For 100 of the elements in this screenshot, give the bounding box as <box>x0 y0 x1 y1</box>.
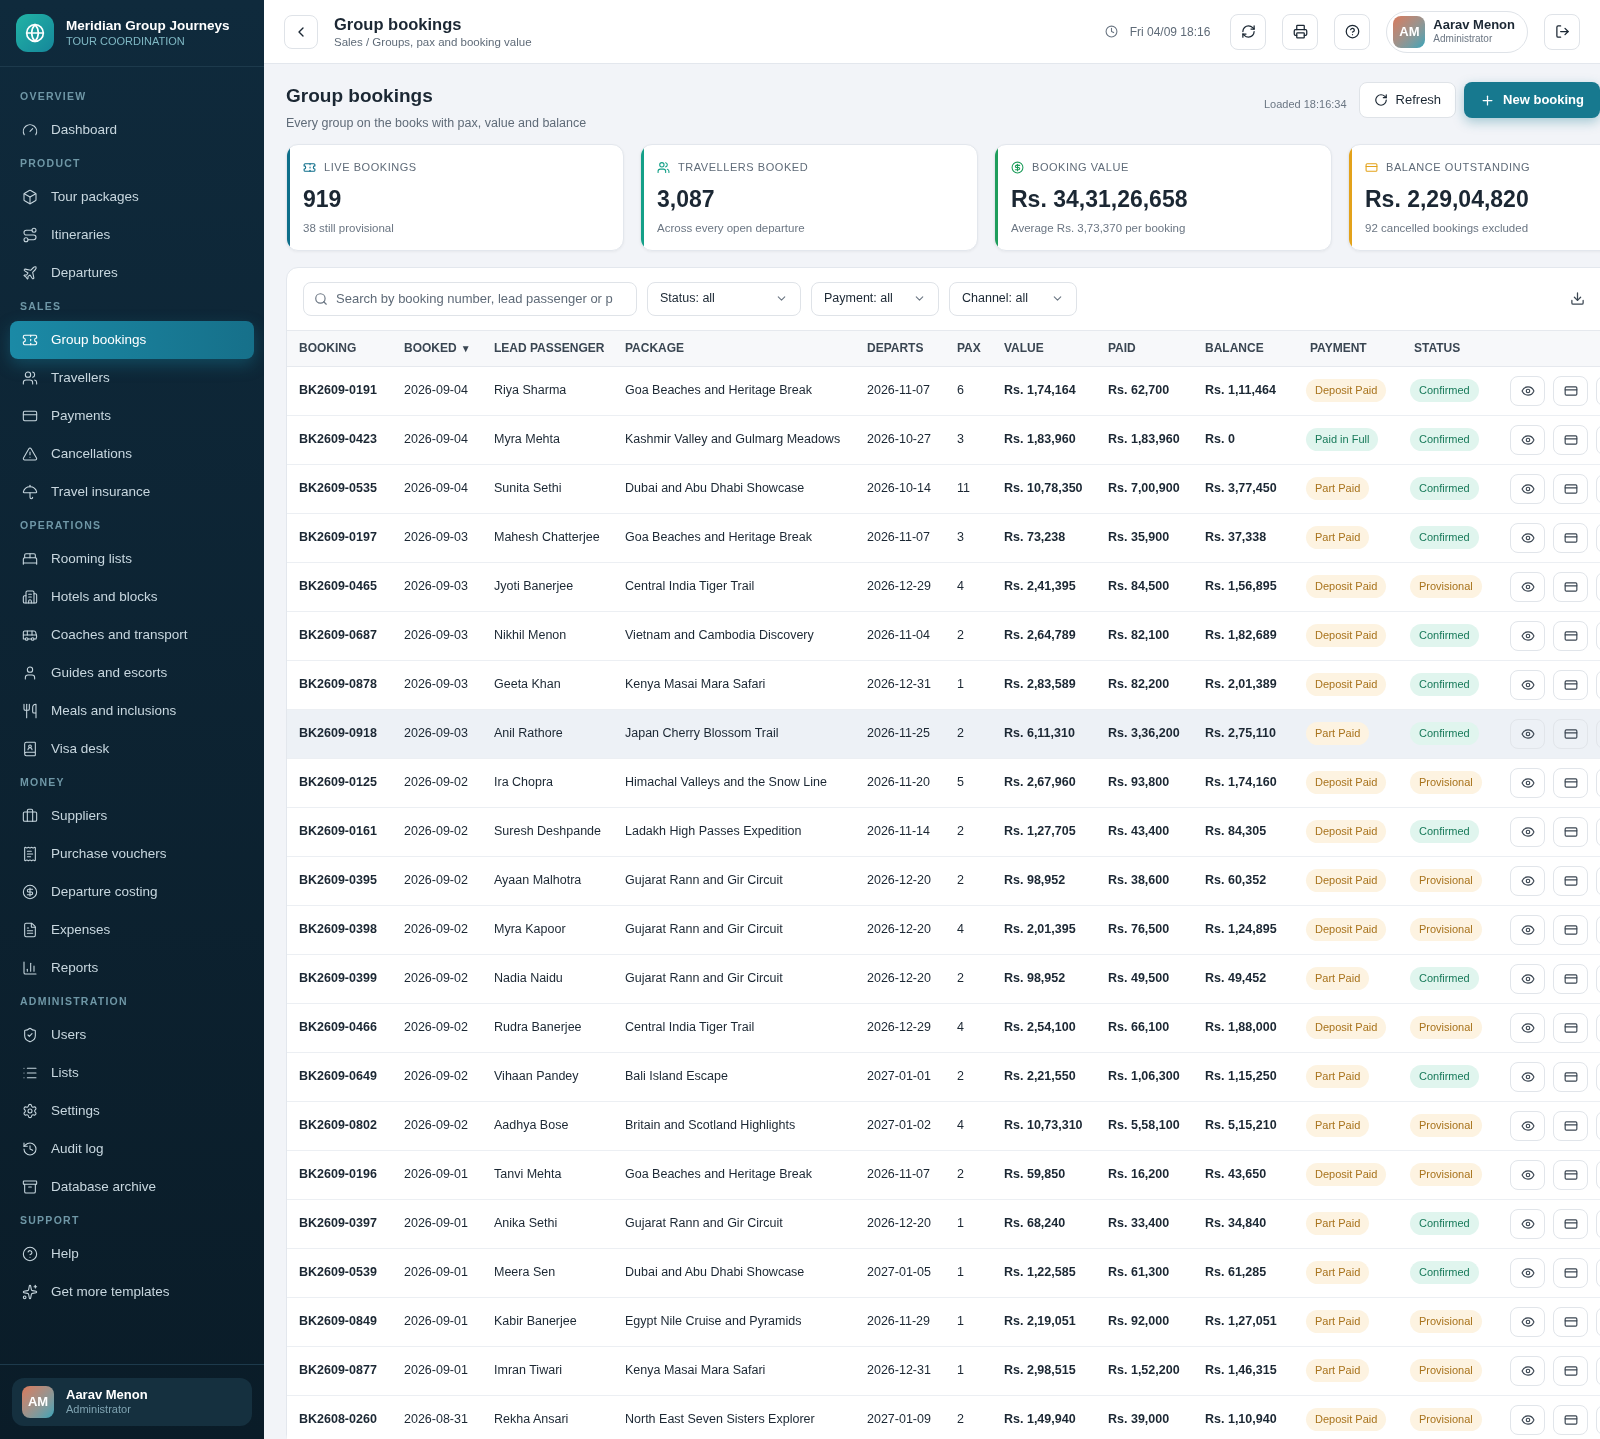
column-header[interactable]: PAX <box>957 339 981 357</box>
sidebar-item[interactable]: Meals and inclusions <box>10 692 254 730</box>
table-row[interactable]: BK2609-0918 2026-09-03 Anil Rathore Japan Cherry Blossom Trail 2026-11-25 2 Rs. 6,11,310 Rs. 3,36,200 Rs. 2,75,110 Part Paid Confirmed <box>287 709 1600 759</box>
sidebar-item[interactable]: Reports <box>10 949 254 987</box>
payment-button[interactable] <box>1553 375 1588 406</box>
payment-button[interactable] <box>1553 767 1588 798</box>
refresh-button[interactable]: Refresh <box>1358 82 1457 118</box>
sidebar-item[interactable]: Hotels and blocks <box>10 578 254 616</box>
payment-button[interactable] <box>1553 1159 1588 1190</box>
view-button[interactable] <box>1510 1061 1545 1092</box>
payment-button[interactable] <box>1553 620 1588 651</box>
sidebar-item[interactable]: Lists <box>10 1054 254 1092</box>
payment-button[interactable] <box>1553 914 1588 945</box>
filter-dropdown[interactable]: Status: all <box>647 281 801 316</box>
view-button[interactable] <box>1510 1012 1545 1043</box>
payment-button[interactable] <box>1553 571 1588 602</box>
sidebar-item[interactable]: Dashboard <box>10 111 254 149</box>
payment-button[interactable] <box>1553 718 1588 749</box>
column-header[interactable]: BOOKED <box>404 339 457 357</box>
view-button[interactable] <box>1510 669 1545 700</box>
payment-button[interactable] <box>1553 816 1588 847</box>
sidebar-item[interactable]: Settings <box>10 1092 254 1130</box>
view-button[interactable] <box>1510 522 1545 553</box>
column-header[interactable]: PAYMENT <box>1310 339 1367 357</box>
payment-button[interactable] <box>1553 473 1588 504</box>
sidebar-item[interactable]: Guides and escorts <box>10 654 254 692</box>
table-cell-text: Rs. 84,305 <box>1205 823 1268 841</box>
payment-button[interactable] <box>1553 1208 1588 1239</box>
sidebar-item[interactable]: Departures <box>10 254 254 292</box>
sidebar-item[interactable]: Departure costing <box>10 873 254 911</box>
sidebar-item[interactable]: Users <box>10 1016 254 1054</box>
sidebar-item[interactable]: Coaches and transport <box>10 616 254 654</box>
view-button[interactable] <box>1510 1404 1545 1435</box>
payment-button[interactable] <box>1553 522 1588 553</box>
payment-button[interactable] <box>1553 865 1588 896</box>
sidebar-item[interactable]: Cancellations <box>10 435 254 473</box>
view-button[interactable] <box>1510 1208 1545 1239</box>
sidebar-item[interactable]: Purchase vouchers <box>10 835 254 873</box>
column-header[interactable]: DEPARTS <box>867 339 924 357</box>
column-header[interactable]: PACKAGE <box>625 339 685 357</box>
sidebar-item[interactable]: Rooming lists <box>10 540 254 578</box>
sidebar-item[interactable]: Database archive <box>10 1168 254 1206</box>
sidebar-item[interactable]: Tour packages <box>10 178 254 216</box>
payment-button[interactable] <box>1553 1061 1588 1092</box>
payment-button[interactable] <box>1553 1404 1588 1435</box>
search-field[interactable]: Search by booking number, lead passenger or p <box>303 281 637 316</box>
view-button[interactable] <box>1510 473 1545 504</box>
payment-button[interactable] <box>1553 1012 1588 1043</box>
payment-button[interactable] <box>1553 1257 1588 1288</box>
view-button[interactable] <box>1510 1110 1545 1141</box>
sidebar-item[interactable]: Visa desk <box>10 730 254 768</box>
view-button[interactable] <box>1510 1159 1545 1190</box>
help-button[interactable] <box>1334 13 1371 50</box>
payment-button[interactable] <box>1553 1355 1588 1386</box>
payment-button[interactable] <box>1553 1110 1588 1141</box>
download-icon[interactable] <box>1570 291 1585 306</box>
sidebar-item[interactable]: Suppliers <box>10 797 254 835</box>
view-button[interactable] <box>1510 1355 1545 1386</box>
payment-button[interactable] <box>1553 963 1588 994</box>
sidebar-item[interactable]: Payments <box>10 397 254 435</box>
sync-button[interactable] <box>1230 13 1267 50</box>
view-button[interactable] <box>1510 816 1545 847</box>
filter-dropdown[interactable]: Payment: all <box>811 281 939 316</box>
view-button[interactable] <box>1510 375 1545 406</box>
column-header[interactable]: BOOKING <box>299 339 357 357</box>
payment-button[interactable] <box>1553 424 1588 455</box>
view-button[interactable] <box>1510 767 1545 798</box>
view-button[interactable] <box>1510 1257 1545 1288</box>
user-card[interactable]: AM Aarav Menon Administrator <box>12 1378 252 1426</box>
view-button[interactable] <box>1510 424 1545 455</box>
column-header[interactable]: STATUS <box>1414 339 1461 357</box>
payment-button[interactable] <box>1553 669 1588 700</box>
sidebar-item[interactable]: Itineraries <box>10 216 254 254</box>
new-booking-button[interactable]: New booking <box>1464 82 1600 118</box>
view-button[interactable] <box>1510 865 1545 896</box>
sidebar-item[interactable]: Audit log <box>10 1130 254 1168</box>
sidebar-item[interactable]: Expenses <box>10 911 254 949</box>
sidebar-item[interactable]: Help <box>10 1235 254 1273</box>
column-header[interactable]: VALUE <box>1004 339 1044 357</box>
column-header[interactable]: LEAD PASSENGER <box>494 339 605 357</box>
logout-button[interactable] <box>1544 13 1580 50</box>
view-button[interactable] <box>1510 571 1545 602</box>
user-role: Administrator <box>66 1403 132 1417</box>
print-button[interactable] <box>1282 13 1319 50</box>
view-button[interactable] <box>1510 914 1545 945</box>
column-header[interactable]: BALANCE <box>1205 339 1264 357</box>
view-button[interactable] <box>1510 963 1545 994</box>
sidebar-item[interactable]: Travellers <box>10 359 254 397</box>
view-button[interactable] <box>1510 718 1545 749</box>
sidebar-item[interactable]: Get more templates <box>10 1273 254 1311</box>
view-button[interactable] <box>1510 1306 1545 1337</box>
sidebar-item[interactable]: Travel insurance <box>10 473 254 511</box>
view-button[interactable] <box>1510 620 1545 651</box>
table-cell-text: Rs. 2,21,550 <box>1004 1068 1077 1086</box>
filter-dropdown[interactable]: Channel: all <box>949 281 1077 316</box>
column-header[interactable]: PAID <box>1108 339 1136 357</box>
payment-button[interactable] <box>1553 1306 1588 1337</box>
table-cell-text: 3 <box>957 529 965 547</box>
sidebar-item[interactable]: Group bookings <box>10 321 254 359</box>
table-cell-text: Rs. 5,58,100 <box>1108 1117 1181 1135</box>
